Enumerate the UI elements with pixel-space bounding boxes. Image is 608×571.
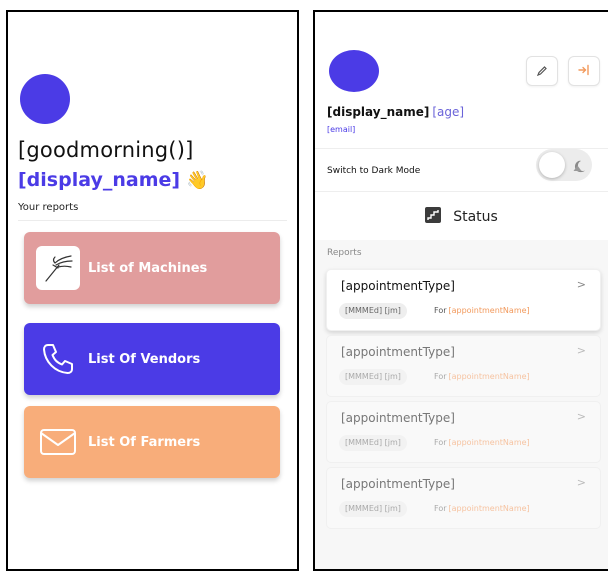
chevron-right-icon: >	[576, 278, 586, 291]
toggle-knob	[539, 152, 565, 178]
display-name-row: [display_name] 👋	[18, 169, 208, 191]
profile-email: [email]	[327, 125, 356, 134]
appointment-card[interactable]: [appointmentType] > [MMMEd] [jm] For [app…	[326, 467, 601, 529]
chevron-right-icon: >	[576, 344, 586, 357]
dark-mode-label: Switch to Dark Mode	[327, 166, 421, 176]
pencil-icon	[536, 62, 548, 81]
appointment-type: [appointmentType]	[341, 411, 455, 425]
for-label: For	[434, 372, 447, 381]
profile-age: [age]	[432, 105, 465, 119]
phone-icon	[36, 337, 80, 381]
card-label: List Of Vendors	[88, 351, 201, 367]
appointment-for: For [appointmentName]	[434, 369, 530, 385]
chevron-right-icon: >	[576, 410, 586, 423]
moon-icon	[572, 158, 586, 177]
appointment-name: [appointmentName]	[448, 504, 530, 513]
appointment-date-chip: [MMMEd] [jm]	[339, 501, 407, 517]
stairs-icon	[425, 207, 442, 227]
for-label: For	[434, 306, 447, 315]
appointment-type: [appointmentType]	[341, 279, 455, 293]
card-label: List Of Farmers	[88, 434, 201, 450]
reports-section: Reports [appointmentType] > [MMMEd] [jm]…	[315, 240, 608, 569]
appointment-date-chip: [MMMEd] [jm]	[339, 303, 407, 319]
appointment-for: For [appointmentName]	[434, 303, 530, 319]
appointment-card[interactable]: [appointmentType] > [MMMEd] [jm] For [app…	[326, 335, 601, 397]
list-of-vendors-card[interactable]: List Of Vendors	[24, 323, 280, 395]
divider	[315, 191, 608, 192]
appointment-card[interactable]: [appointmentType] > [MMMEd] [jm] For [app…	[326, 401, 601, 463]
appointment-date-chip: [MMMEd] [jm]	[339, 435, 407, 451]
wave-icon: 👋	[186, 170, 209, 191]
status-button[interactable]: Status	[315, 198, 608, 236]
avatar[interactable]	[329, 50, 379, 92]
reports-heading: Reports	[327, 248, 362, 258]
display-name: [display_name]	[18, 169, 181, 191]
appointment-type: [appointmentType]	[341, 345, 455, 359]
greeting-text: [goodmorning()]	[18, 138, 194, 162]
divider	[18, 220, 287, 221]
home-screen: [goodmorning()] [display_name] 👋 Your rep…	[6, 10, 299, 571]
rake-icon	[36, 246, 80, 290]
appointment-for: For [appointmentName]	[434, 501, 530, 517]
logout-icon	[577, 62, 591, 81]
status-label: Status	[453, 209, 498, 225]
appointment-type: [appointmentType]	[341, 477, 455, 491]
appointment-card[interactable]: [appointmentType] > [MMMEd] [jm] For [app…	[326, 269, 601, 331]
list-of-farmers-card[interactable]: List Of Farmers	[24, 406, 280, 478]
profile-name: [display_name] [age]	[327, 105, 464, 119]
dark-mode-toggle[interactable]	[536, 149, 592, 181]
mail-icon	[36, 420, 80, 464]
appointment-name: [appointmentName]	[448, 306, 530, 315]
profile-screen: [display_name] [age] [email] Switch to Da…	[313, 10, 608, 571]
appointment-for: For [appointmentName]	[434, 435, 530, 451]
your-reports-label: Your reports	[18, 202, 79, 213]
for-label: For	[434, 438, 447, 447]
for-label: For	[434, 504, 447, 513]
edit-profile-button[interactable]	[526, 56, 558, 86]
logout-button[interactable]	[568, 56, 600, 86]
appointment-date-chip: [MMMEd] [jm]	[339, 369, 407, 385]
appointment-name: [appointmentName]	[448, 438, 530, 447]
chevron-right-icon: >	[576, 476, 586, 489]
list-of-machines-card[interactable]: List of Machines	[24, 232, 280, 304]
profile-display-name: [display_name]	[327, 105, 430, 119]
card-label: List of Machines	[88, 260, 208, 276]
avatar[interactable]	[20, 74, 70, 124]
appointment-name: [appointmentName]	[448, 372, 530, 381]
